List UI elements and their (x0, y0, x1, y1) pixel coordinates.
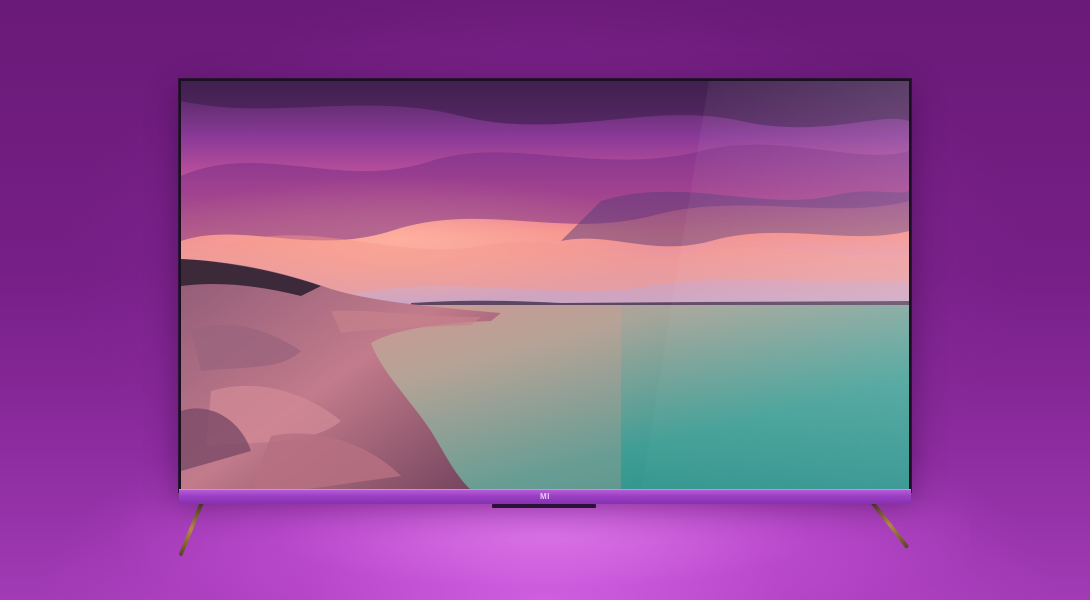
tv-screen (181, 81, 909, 490)
tv-bottom-bezel: MI (179, 489, 911, 508)
television: MI (179, 79, 911, 508)
seascape-image (181, 81, 909, 490)
tv-screen-frame (179, 79, 911, 492)
ir-sensor-bar (492, 504, 596, 508)
floor-glow (120, 500, 970, 600)
brand-logo: MI (540, 492, 550, 501)
product-scene: MI (0, 0, 1090, 600)
